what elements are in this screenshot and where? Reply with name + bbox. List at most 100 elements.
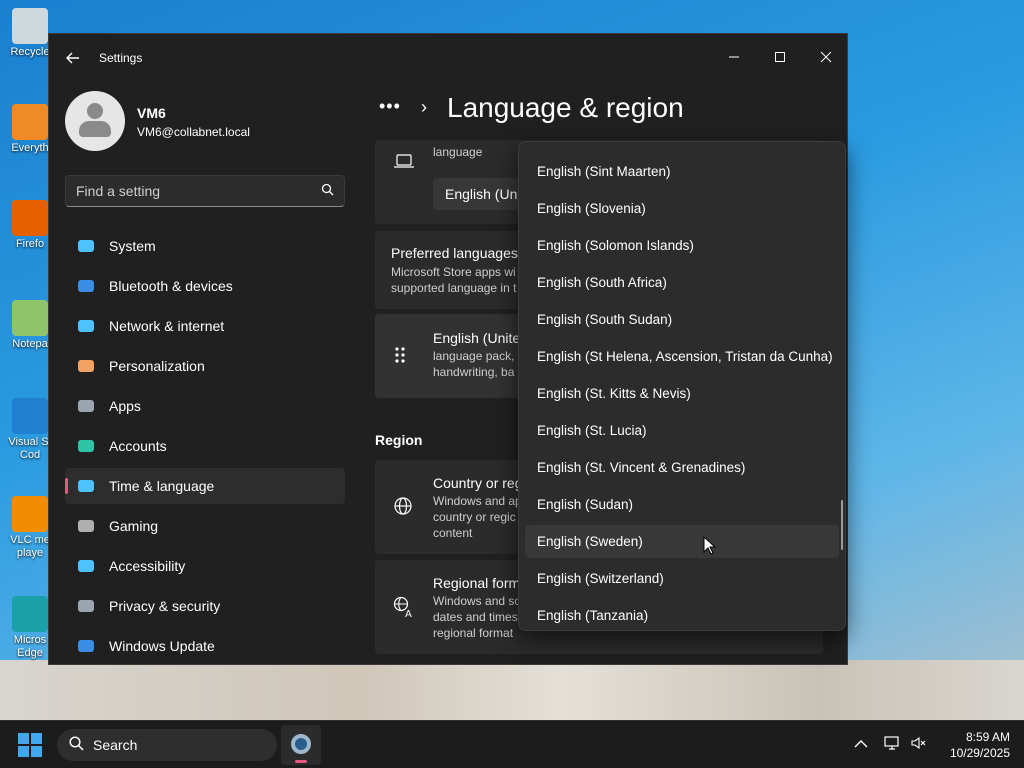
search-icon[interactable] xyxy=(321,183,334,199)
wifi-icon xyxy=(75,316,97,336)
sidebar-item-label: System xyxy=(109,238,156,254)
sidebar-item-label: Accessibility xyxy=(109,558,186,574)
apps-icon xyxy=(75,396,97,416)
shield-icon xyxy=(75,596,97,616)
sidebar-item-time-language[interactable]: Time & language xyxy=(65,468,345,504)
regional-format-title: Regional form xyxy=(433,575,521,591)
taskbar: Search 8:59 AM 10/29/2025 xyxy=(0,720,1024,768)
sidebar-item-privacy-security[interactable]: Privacy & security xyxy=(65,588,345,624)
globe-clock-icon xyxy=(75,476,97,496)
wallpaper-photo xyxy=(0,660,1024,720)
close-button[interactable] xyxy=(803,42,847,72)
bluetooth-icon xyxy=(75,276,97,296)
system-clock[interactable]: 8:59 AM 10/29/2025 xyxy=(940,729,1010,761)
notepad-icon xyxy=(12,300,48,336)
app-title: Settings xyxy=(99,51,143,65)
sidebar-item-label: Network & internet xyxy=(109,318,225,334)
drag-handle-icon[interactable] xyxy=(395,346,405,369)
dropdown-option[interactable]: English (South Africa) xyxy=(525,266,839,299)
dropdown-option[interactable]: English (South Sudan) xyxy=(525,303,839,336)
dropdown-option[interactable]: English (Slovenia) xyxy=(525,192,839,225)
dropdown-option[interactable]: English (Solomon Islands) xyxy=(525,229,839,262)
dropdown-option[interactable]: English (Tanzania) xyxy=(525,599,839,630)
sidebar-item-windows-update[interactable]: Windows Update xyxy=(65,628,345,664)
maximize-button[interactable] xyxy=(757,42,803,72)
dropdown-scrollbar[interactable] xyxy=(841,500,843,550)
preferred-languages-line2: supported language in t xyxy=(391,281,517,295)
svg-text:A: A xyxy=(405,609,412,618)
taskbar-settings-app[interactable] xyxy=(281,725,321,765)
profile-name: VM6 xyxy=(137,105,166,121)
display-language-value: English (Uni xyxy=(445,186,521,202)
breadcrumb-separator: › xyxy=(421,97,427,117)
language-format-icon: A xyxy=(393,596,415,623)
monitor-icon xyxy=(75,236,97,256)
vlc-icon xyxy=(12,496,48,532)
clock-time: 8:59 AM xyxy=(965,730,1010,744)
sidebar-item-label: Privacy & security xyxy=(109,598,221,614)
country-dropdown-list[interactable]: English (Sint Maarten) English (Slovenia)… xyxy=(518,141,846,631)
sidebar-item-network-internet[interactable]: Network & internet xyxy=(65,308,345,344)
search-box[interactable] xyxy=(65,175,345,207)
sidebar-item-personalization[interactable]: Personalization xyxy=(65,348,345,384)
sidebar-item-label: Bluetooth & devices xyxy=(109,278,233,294)
avatar[interactable] xyxy=(65,91,125,151)
edge-icon xyxy=(12,596,48,632)
minimize-button[interactable] xyxy=(711,42,757,72)
sidebar-item-label: Time & language xyxy=(109,478,215,494)
dropdown-option[interactable]: English (St. Kitts & Nevis) xyxy=(525,377,839,410)
accessibility-icon xyxy=(75,556,97,576)
globe-icon xyxy=(393,496,413,521)
english-row-line2: handwriting, ba xyxy=(433,365,515,379)
dropdown-option[interactable]: English (St Helena, Ascension, Tristan d… xyxy=(525,340,839,373)
sidebar-item-accessibility[interactable]: Accessibility xyxy=(65,548,345,584)
display-language-subtitle: language xyxy=(433,145,483,159)
regional-format-line3: regional format xyxy=(433,626,514,640)
dropdown-option[interactable]: English (Sweden) xyxy=(525,525,839,558)
network-icon[interactable] xyxy=(884,735,900,751)
preferred-languages-title: Preferred languages xyxy=(391,245,518,261)
sidebar-item-label: Accounts xyxy=(109,438,167,454)
search-icon xyxy=(69,736,84,754)
laptop-icon xyxy=(393,152,415,175)
dropdown-option[interactable]: English (Switzerland) xyxy=(525,562,839,595)
dropdown-option[interactable]: English (Sint Maarten) xyxy=(525,155,839,188)
country-region-line1: Windows and ap xyxy=(433,494,522,508)
chevron-up-icon[interactable] xyxy=(854,736,868,752)
volume-muted-icon[interactable] xyxy=(910,735,926,751)
windows-start-icon[interactable] xyxy=(18,733,42,757)
preferred-languages-line1: Microsoft Store apps wi xyxy=(391,265,516,279)
gear-icon xyxy=(291,734,311,754)
title-bar[interactable]: Settings xyxy=(49,34,847,80)
vscode-icon xyxy=(12,398,48,434)
page-title: Language & region xyxy=(447,92,684,123)
controller-icon xyxy=(75,516,97,536)
sidebar-item-accounts[interactable]: Accounts xyxy=(65,428,345,464)
sidebar-item-label: Personalization xyxy=(109,358,205,374)
english-row-line1: language pack, xyxy=(433,349,515,363)
dropdown-option[interactable]: English (St. Lucia) xyxy=(525,414,839,447)
active-app-indicator xyxy=(295,760,307,763)
breadcrumb-more-button[interactable]: ••• xyxy=(379,96,401,117)
sidebar-item-gaming[interactable]: Gaming xyxy=(65,508,345,544)
firefox-icon xyxy=(12,200,48,236)
sidebar-item-system[interactable]: System xyxy=(65,228,345,264)
sidebar-item-bluetooth-devices[interactable]: Bluetooth & devices xyxy=(65,268,345,304)
dropdown-option[interactable]: English (St. Vincent & Grenadines) xyxy=(525,451,839,484)
profile-email: VM6@collabnet.local xyxy=(137,125,250,139)
brush-icon xyxy=(75,356,97,376)
taskbar-search-box[interactable]: Search xyxy=(57,729,277,761)
search-input[interactable] xyxy=(76,183,306,199)
mouse-cursor-icon xyxy=(703,536,717,555)
country-region-line2: country or regic xyxy=(433,510,516,524)
clock-date: 10/29/2025 xyxy=(949,746,1010,760)
back-arrow-icon[interactable] xyxy=(63,48,83,68)
regional-format-line1: Windows and sc xyxy=(433,594,521,608)
dropdown-option[interactable]: English (Sudan) xyxy=(525,488,839,521)
update-icon xyxy=(75,636,97,656)
region-heading: Region xyxy=(375,432,423,448)
english-row-title: English (Unite xyxy=(433,330,521,346)
country-region-line3: content xyxy=(433,526,473,540)
sidebar-item-apps[interactable]: Apps xyxy=(65,388,345,424)
sidebar-item-label: Apps xyxy=(109,398,141,414)
